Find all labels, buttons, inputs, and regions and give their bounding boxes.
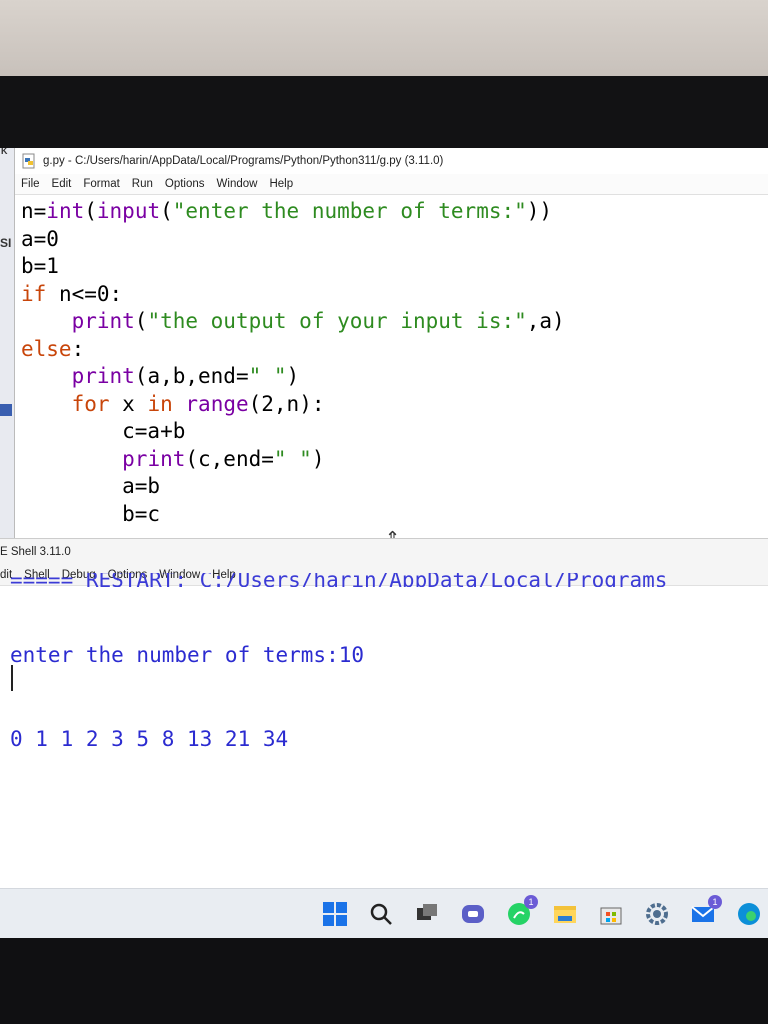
menu-help[interactable]: Help: [269, 178, 293, 190]
shell-title: E Shell 3.11.0: [0, 546, 71, 558]
editor-window[interactable]: g.py - C:/Users/harin/AppData/Local/Prog…: [14, 148, 768, 548]
windows-start-icon[interactable]: [322, 901, 348, 927]
background-window-label: SI: [0, 236, 12, 250]
code-line: b=c: [21, 501, 161, 526]
code-line: n=int(input("enter the number of terms:"…: [21, 199, 553, 223]
background-window-icon: [0, 404, 12, 416]
editor-titlebar[interactable]: g.py - C:/Users/harin/AppData/Local/Prog…: [15, 148, 768, 174]
code-line: b=1: [21, 254, 59, 278]
screen: K SI g.py - C:/Users/harin/AppData/Local…: [0, 148, 768, 938]
edge-icon[interactable]: [736, 901, 762, 927]
settings-icon[interactable]: [644, 901, 670, 927]
code-line: a=b: [21, 474, 161, 498]
store-icon[interactable]: [598, 901, 624, 927]
shell-output-line: enter the number of terms:10: [10, 643, 365, 667]
code-line: for x in range(2,n):: [71, 391, 325, 416]
python-file-icon: [21, 153, 37, 169]
menu-run[interactable]: Run: [132, 178, 153, 190]
editor-menubar: File Edit Format Run Options Window Help: [15, 174, 768, 195]
chat-icon[interactable]: [460, 901, 486, 927]
code-line: print(a,b,end=" "): [71, 364, 300, 388]
shell-output-line: 0 1 1 2 3 5 8 13 21 34: [10, 727, 289, 751]
taskbar: 1 1: [0, 888, 768, 938]
task-view-icon[interactable]: [414, 901, 440, 927]
search-icon[interactable]: [368, 901, 394, 927]
menu-window[interactable]: Window: [217, 178, 258, 190]
menu-edit[interactable]: Edit: [52, 178, 72, 190]
code-line: print(c,end=" "): [122, 446, 325, 471]
mail-icon[interactable]: 1: [690, 895, 722, 927]
whatsapp-icon[interactable]: 1: [506, 895, 538, 927]
shell-window[interactable]: E Shell 3.11.0 dit Shell Debug Options W…: [0, 538, 768, 889]
monitor-bottom-bezel: [0, 938, 768, 1024]
monitor-top-bezel: [0, 76, 768, 202]
code-line: c=a+b: [21, 419, 186, 443]
background-window[interactable]: K SI: [0, 148, 15, 538]
shell-titlebar[interactable]: E Shell 3.11.0: [0, 539, 768, 565]
menu-file[interactable]: File: [21, 178, 40, 190]
text-cursor: [11, 665, 13, 691]
code-line: if n<=0:: [21, 281, 123, 306]
editor-title: g.py - C:/Users/harin/AppData/Local/Prog…: [43, 155, 444, 167]
code-line: print("the output of your input is:",a): [71, 309, 565, 333]
code-line: a=0: [21, 226, 59, 251]
menu-options[interactable]: Options: [165, 178, 205, 190]
shell-output[interactable]: enter the number of terms:10 0 1 1 2 3 5…: [10, 585, 364, 809]
file-explorer-icon[interactable]: [552, 901, 578, 927]
background-window-title: K: [1, 148, 8, 156]
background-wall: [0, 0, 768, 80]
code-line: else:: [21, 336, 85, 361]
menu-format[interactable]: Format: [83, 178, 119, 190]
code-editor[interactable]: n=int(input("enter the number of terms:"…: [21, 198, 565, 528]
mail-badge: 1: [708, 895, 722, 909]
whatsapp-badge: 1: [524, 895, 538, 909]
